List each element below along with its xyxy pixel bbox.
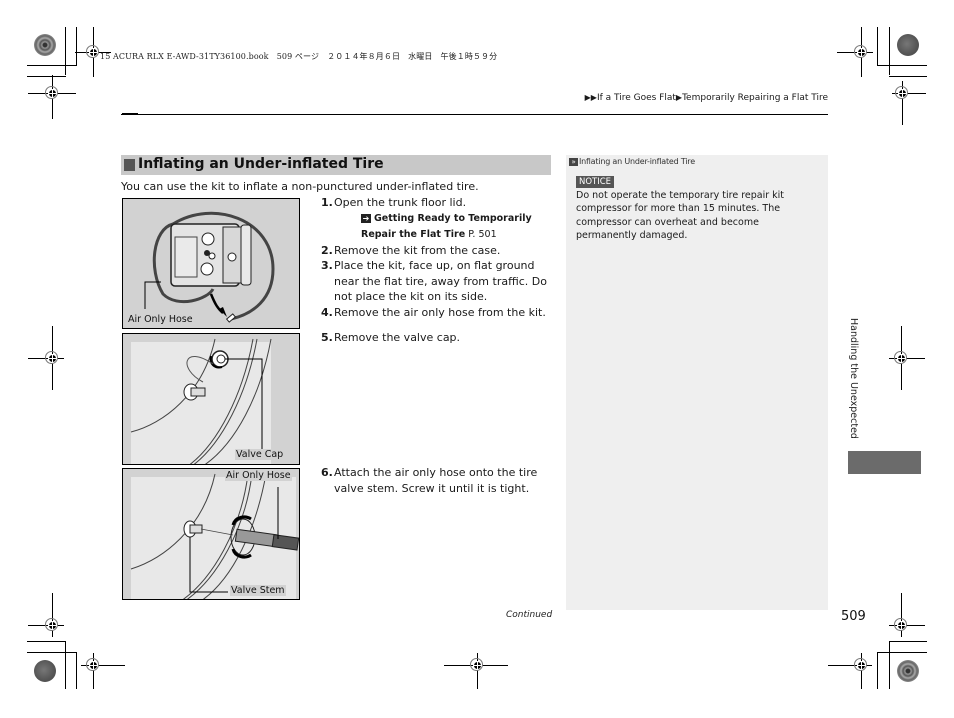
- kit-illustration: [144, 211, 275, 323]
- section-heading: Inflating an Under-inflated Tire: [121, 155, 551, 175]
- header-rule: [121, 114, 828, 115]
- section-intro: You can use the kit to inflate a non-pun…: [121, 180, 479, 193]
- sidebar-note: » Inflating an Under-inflated Tire NOTICE…: [566, 155, 828, 610]
- step-text: Remove the valve cap.: [334, 331, 461, 344]
- reference-arrow-icon: ➔: [361, 213, 371, 223]
- crop-line: [889, 27, 890, 75]
- valve-cap-illustration: [130, 338, 272, 464]
- double-triangle-right-icon: ▶▶: [584, 93, 597, 102]
- breadcrumb: ▶▶If a Tire Goes Flat▶Temporarily Repair…: [585, 93, 828, 103]
- cross-reference-link[interactable]: ➔ Getting Ready to Temporarily Repair the…: [321, 211, 553, 243]
- step-text: Remove the kit from the case.: [334, 243, 501, 257]
- crop-line: [27, 65, 77, 66]
- crop-line: [65, 27, 66, 75]
- crop-line: [889, 641, 890, 689]
- color-rosette-icon: [897, 660, 919, 682]
- step-number: 5.: [321, 331, 333, 344]
- step-text: Attach the air only hose onto the tire v…: [334, 466, 538, 495]
- crop-line: [889, 76, 927, 77]
- step-text: Place the kit, face up, on flat ground n…: [334, 259, 547, 303]
- sidebar-title-text: Inflating an Under-inflated Tire: [579, 157, 695, 166]
- color-rosette-icon: [34, 34, 56, 56]
- figure-label: Air Only Hose: [225, 470, 292, 481]
- chapter-tab-label[interactable]: Handling the Unexpected: [845, 318, 861, 448]
- notice-text: Do not operate the temporary tire repair…: [576, 190, 785, 241]
- crop-line: [877, 27, 878, 65]
- steps-group-3: 6. Attach the air only hose onto the tir…: [321, 465, 553, 496]
- section-title: Inflating an Under-inflated Tire: [138, 156, 384, 172]
- reference-title[interactable]: Getting Ready to Temporarily Repair the …: [361, 213, 532, 240]
- figure-label: Valve Stem: [230, 585, 286, 596]
- steps-group-2: 5. Remove the valve cap.: [321, 330, 553, 346]
- sidebar-title: » Inflating an Under-inflated Tire: [569, 157, 695, 166]
- double-chevron-icon: »: [569, 158, 578, 166]
- crop-line: [76, 27, 77, 65]
- crop-line: [877, 65, 927, 66]
- step-text: Open the trunk floor lid.: [334, 196, 467, 209]
- figure-valve-stem: Air Only Hose Valve Stem: [122, 468, 300, 600]
- step-number: 1.: [321, 196, 333, 209]
- valve-stem-illustration: [130, 473, 299, 599]
- chapter-tab-block[interactable]: [848, 451, 921, 474]
- square-bullet-icon: [124, 159, 135, 171]
- page-number: 509: [841, 609, 866, 624]
- breadcrumb-item[interactable]: Temporarily Repairing a Flat Tire: [682, 93, 828, 103]
- step-number: 4.: [321, 305, 333, 319]
- figure-label: Air Only Hose: [127, 314, 194, 325]
- gray-disc-icon: [34, 660, 56, 682]
- reference-page[interactable]: P. 501: [468, 229, 496, 240]
- figure-label: Valve Cap: [235, 449, 285, 460]
- step-number: 2.: [321, 243, 333, 257]
- figure-kit-hose: Air Only Hose: [122, 198, 300, 329]
- step-item: 5. Remove the valve cap.: [321, 330, 553, 346]
- step-text: Remove the air only hose from the kit.: [334, 305, 546, 319]
- crop-line: [877, 652, 878, 689]
- step-item: 2. Remove the kit from the case.: [321, 243, 553, 259]
- step-item: 3. Place the kit, face up, on flat groun…: [321, 258, 553, 305]
- crop-line: [889, 641, 927, 642]
- crop-line: [877, 652, 927, 653]
- print-header: 15 ACURA RLX E-AWD-31TY36100.book 509 ペー…: [100, 52, 498, 61]
- breadcrumb-item[interactable]: If a Tire Goes Flat: [597, 93, 676, 103]
- figure-valve-cap: Valve Cap: [122, 333, 300, 465]
- gray-disc-icon: [897, 34, 919, 56]
- crop-line: [76, 652, 77, 689]
- step-item: 6. Attach the air only hose onto the tir…: [321, 465, 553, 496]
- continued-label: Continued: [506, 610, 553, 620]
- notice-badge: NOTICE: [576, 176, 615, 188]
- crop-line: [27, 652, 77, 653]
- step-number: 3.: [321, 259, 333, 272]
- chapter-tab-text[interactable]: Handling the Unexpected: [848, 318, 859, 439]
- step-item: 1. Open the trunk floor lid.: [321, 195, 553, 211]
- step-number: 6.: [321, 466, 333, 479]
- crop-line: [65, 641, 66, 689]
- steps-group-1: 1. Open the trunk floor lid. ➔ Getting Re…: [321, 195, 553, 320]
- crop-line: [27, 641, 66, 642]
- step-item: 4. Remove the air only hose from the kit…: [321, 305, 553, 321]
- crop-line: [27, 76, 66, 77]
